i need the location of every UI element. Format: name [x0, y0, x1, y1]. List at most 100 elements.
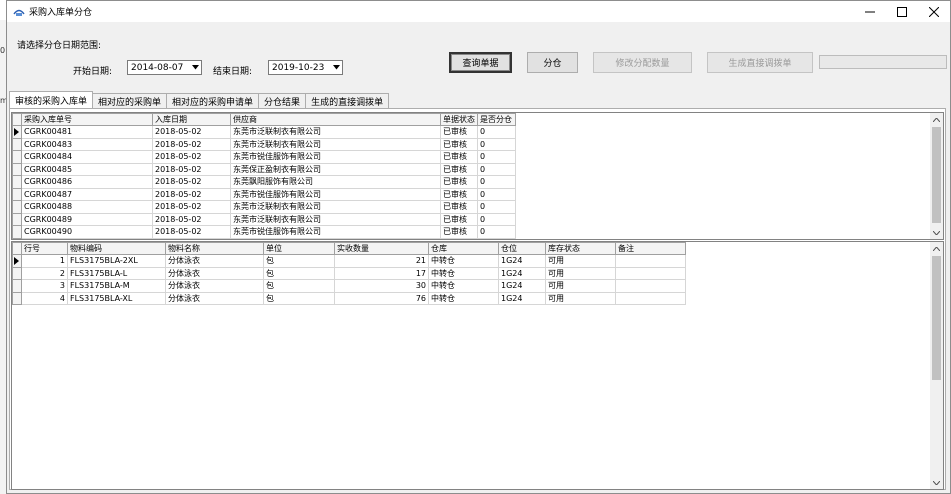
- table-cell[interactable]: [615, 254, 686, 268]
- row-header[interactable]: [12, 137, 22, 151]
- table-cell[interactable]: 已审核: [440, 137, 478, 151]
- end-date-picker[interactable]: 2019-10-23: [268, 60, 343, 75]
- table-cell[interactable]: CGRK00481: [21, 125, 153, 139]
- table-cell[interactable]: 2: [21, 266, 68, 280]
- table-cell[interactable]: 0: [477, 225, 516, 239]
- tab-allocation-results[interactable]: 分仓结果: [258, 93, 307, 108]
- scroll-up-arrow-icon[interactable]: [930, 242, 943, 255]
- query-documents-button[interactable]: 查询单据: [449, 52, 512, 73]
- column-header[interactable]: 库存状态: [545, 242, 616, 255]
- table-row[interactable]: CGRK00490 2018-05-02 东莞市锐佳服饰有限公司 已审核 0: [12, 225, 516, 239]
- details-vertical-scrollbar[interactable]: [930, 242, 943, 489]
- table-row[interactable]: 1 FLS3175BLA-2XL 分体泳衣包 21 中转仓 1G24 可用: [12, 254, 691, 268]
- table-row[interactable]: 2 FLS3175BLA-L 分体泳衣包 17 中转仓 1G24 可用: [12, 266, 691, 280]
- table-cell[interactable]: FLS3175BLA-XL: [67, 291, 166, 305]
- table-row[interactable]: CGRK00485 2018-05-02 东莞保正盈制衣有限公司 已审核 0: [12, 162, 516, 176]
- table-cell[interactable]: CGRK00485: [21, 162, 153, 176]
- row-header[interactable]: [12, 162, 22, 176]
- table-cell[interactable]: 2018-05-02: [152, 187, 231, 201]
- table-cell[interactable]: 17: [334, 266, 429, 280]
- table-cell[interactable]: 2018-05-02: [152, 225, 231, 239]
- table-cell[interactable]: 东莞市泛联制衣有限公司: [230, 200, 441, 214]
- table-cell[interactable]: 已审核: [440, 175, 478, 189]
- table-cell[interactable]: 东莞市锐佳服饰有限公司: [230, 225, 441, 239]
- table-cell[interactable]: CGRK00487: [21, 187, 153, 201]
- table-cell[interactable]: 东莞市锐佳服饰有限公司: [230, 187, 441, 201]
- table-cell[interactable]: 已审核: [440, 187, 478, 201]
- table-cell[interactable]: 已审核: [440, 200, 478, 214]
- scrollbar-thumb[interactable]: [932, 127, 941, 223]
- table-row[interactable]: CGRK00487 2018-05-02 东莞市锐佳服饰有限公司 已审核 0: [12, 187, 516, 201]
- column-header[interactable]: 是否分仓: [477, 113, 516, 126]
- tab-related-purchase-orders[interactable]: 相对应的采购单: [92, 93, 168, 108]
- row-header[interactable]: [12, 187, 22, 201]
- tab-related-purchase-requests[interactable]: 相对应的采购申请单: [166, 93, 260, 108]
- scroll-down-arrow-icon[interactable]: [930, 226, 943, 239]
- table-row[interactable]: CGRK00488 2018-05-02 东莞市泛联制衣有限公司 已审核 0: [12, 200, 516, 214]
- column-header[interactable]: 行号: [21, 242, 68, 255]
- table-cell[interactable]: 2018-05-02: [152, 137, 231, 151]
- table-row[interactable]: CGRK00489 2018-05-02 东莞市泛联制衣有限公司 已审核 0: [12, 212, 516, 226]
- table-row[interactable]: CGRK00486 2018-05-02 东莞飘阳服饰有限公司 已审核 0: [12, 175, 516, 189]
- scroll-down-arrow-icon[interactable]: [930, 476, 943, 489]
- column-header[interactable]: 仓位: [498, 242, 546, 255]
- table-cell[interactable]: 30: [334, 279, 429, 293]
- table-cell[interactable]: 已审核: [440, 162, 478, 176]
- table-cell[interactable]: 分体泳衣: [165, 254, 264, 268]
- column-header[interactable]: 单位: [263, 242, 335, 255]
- table-cell[interactable]: 0: [477, 200, 516, 214]
- table-cell[interactable]: CGRK00484: [21, 150, 153, 164]
- table-cell[interactable]: 4: [21, 291, 68, 305]
- table-cell[interactable]: 中转仓: [428, 266, 499, 280]
- table-cell[interactable]: 2018-05-02: [152, 150, 231, 164]
- table-cell[interactable]: CGRK00486: [21, 175, 153, 189]
- maximize-button[interactable]: [886, 1, 918, 22]
- table-cell[interactable]: 中转仓: [428, 254, 499, 268]
- close-button[interactable]: [918, 1, 950, 22]
- table-cell[interactable]: 包: [263, 254, 335, 268]
- table-row[interactable]: 3 FLS3175BLA-M 分体泳衣包 30 中转仓 1G24 可用: [12, 279, 691, 293]
- minimize-button[interactable]: [854, 1, 886, 22]
- row-header[interactable]: [12, 225, 22, 239]
- tab-generated-transfers[interactable]: 生成的直接调拨单: [305, 93, 390, 108]
- table-cell[interactable]: 0: [477, 150, 516, 164]
- table-cell[interactable]: 0: [477, 162, 516, 176]
- generate-transfer-button[interactable]: 生成直接调拨单: [707, 52, 813, 73]
- table-cell[interactable]: 1G24: [498, 266, 546, 280]
- column-header[interactable]: 备注: [615, 242, 686, 255]
- table-cell[interactable]: 0: [477, 187, 516, 201]
- column-header[interactable]: 物料编码: [67, 242, 166, 255]
- table-cell[interactable]: 已审核: [440, 150, 478, 164]
- table-cell[interactable]: 东莞市泛联制衣有限公司: [230, 212, 441, 226]
- table-cell[interactable]: 东莞市泛联制衣有限公司: [230, 137, 441, 151]
- receipts-vertical-scrollbar[interactable]: [930, 113, 943, 239]
- table-cell[interactable]: 1G24: [498, 291, 546, 305]
- chevron-down-icon[interactable]: [189, 61, 201, 74]
- table-row[interactable]: CGRK00483 2018-05-02 东莞市泛联制衣有限公司 已审核 0: [12, 137, 516, 151]
- table-cell[interactable]: [615, 279, 686, 293]
- scrollbar-thumb[interactable]: [932, 256, 941, 380]
- modify-allocation-qty-button[interactable]: 修改分配数量: [593, 52, 692, 73]
- table-cell[interactable]: 1G24: [498, 279, 546, 293]
- column-header[interactable]: 供应商: [230, 113, 441, 126]
- table-row[interactable]: CGRK00484 2018-05-02 东莞市锐佳服饰有限公司 已审核 0: [12, 150, 516, 164]
- table-cell[interactable]: 2018-05-02: [152, 162, 231, 176]
- table-cell[interactable]: CGRK00488: [21, 200, 153, 214]
- table-cell[interactable]: 2018-05-02: [152, 175, 231, 189]
- table-cell[interactable]: 2018-05-02: [152, 200, 231, 214]
- table-cell[interactable]: 1: [21, 254, 68, 268]
- row-header[interactable]: [12, 266, 22, 280]
- table-cell[interactable]: 包: [263, 266, 335, 280]
- table-cell[interactable]: 东莞市泛联制衣有限公司: [230, 125, 441, 139]
- column-header[interactable]: 实收数量: [334, 242, 429, 255]
- table-cell[interactable]: [615, 291, 686, 305]
- table-row[interactable]: 4 FLS3175BLA-XL 分体泳衣包 76 中转仓 1G24 可用: [12, 291, 691, 305]
- scroll-up-arrow-icon[interactable]: [930, 113, 943, 126]
- table-cell[interactable]: 可用: [545, 291, 616, 305]
- tab-approved-receipts[interactable]: 审核的采购入库单: [9, 91, 94, 108]
- row-header[interactable]: [12, 125, 22, 139]
- table-cell[interactable]: 21: [334, 254, 429, 268]
- table-cell[interactable]: 76: [334, 291, 429, 305]
- table-cell[interactable]: 分体泳衣: [165, 291, 264, 305]
- chevron-down-icon[interactable]: [330, 61, 342, 74]
